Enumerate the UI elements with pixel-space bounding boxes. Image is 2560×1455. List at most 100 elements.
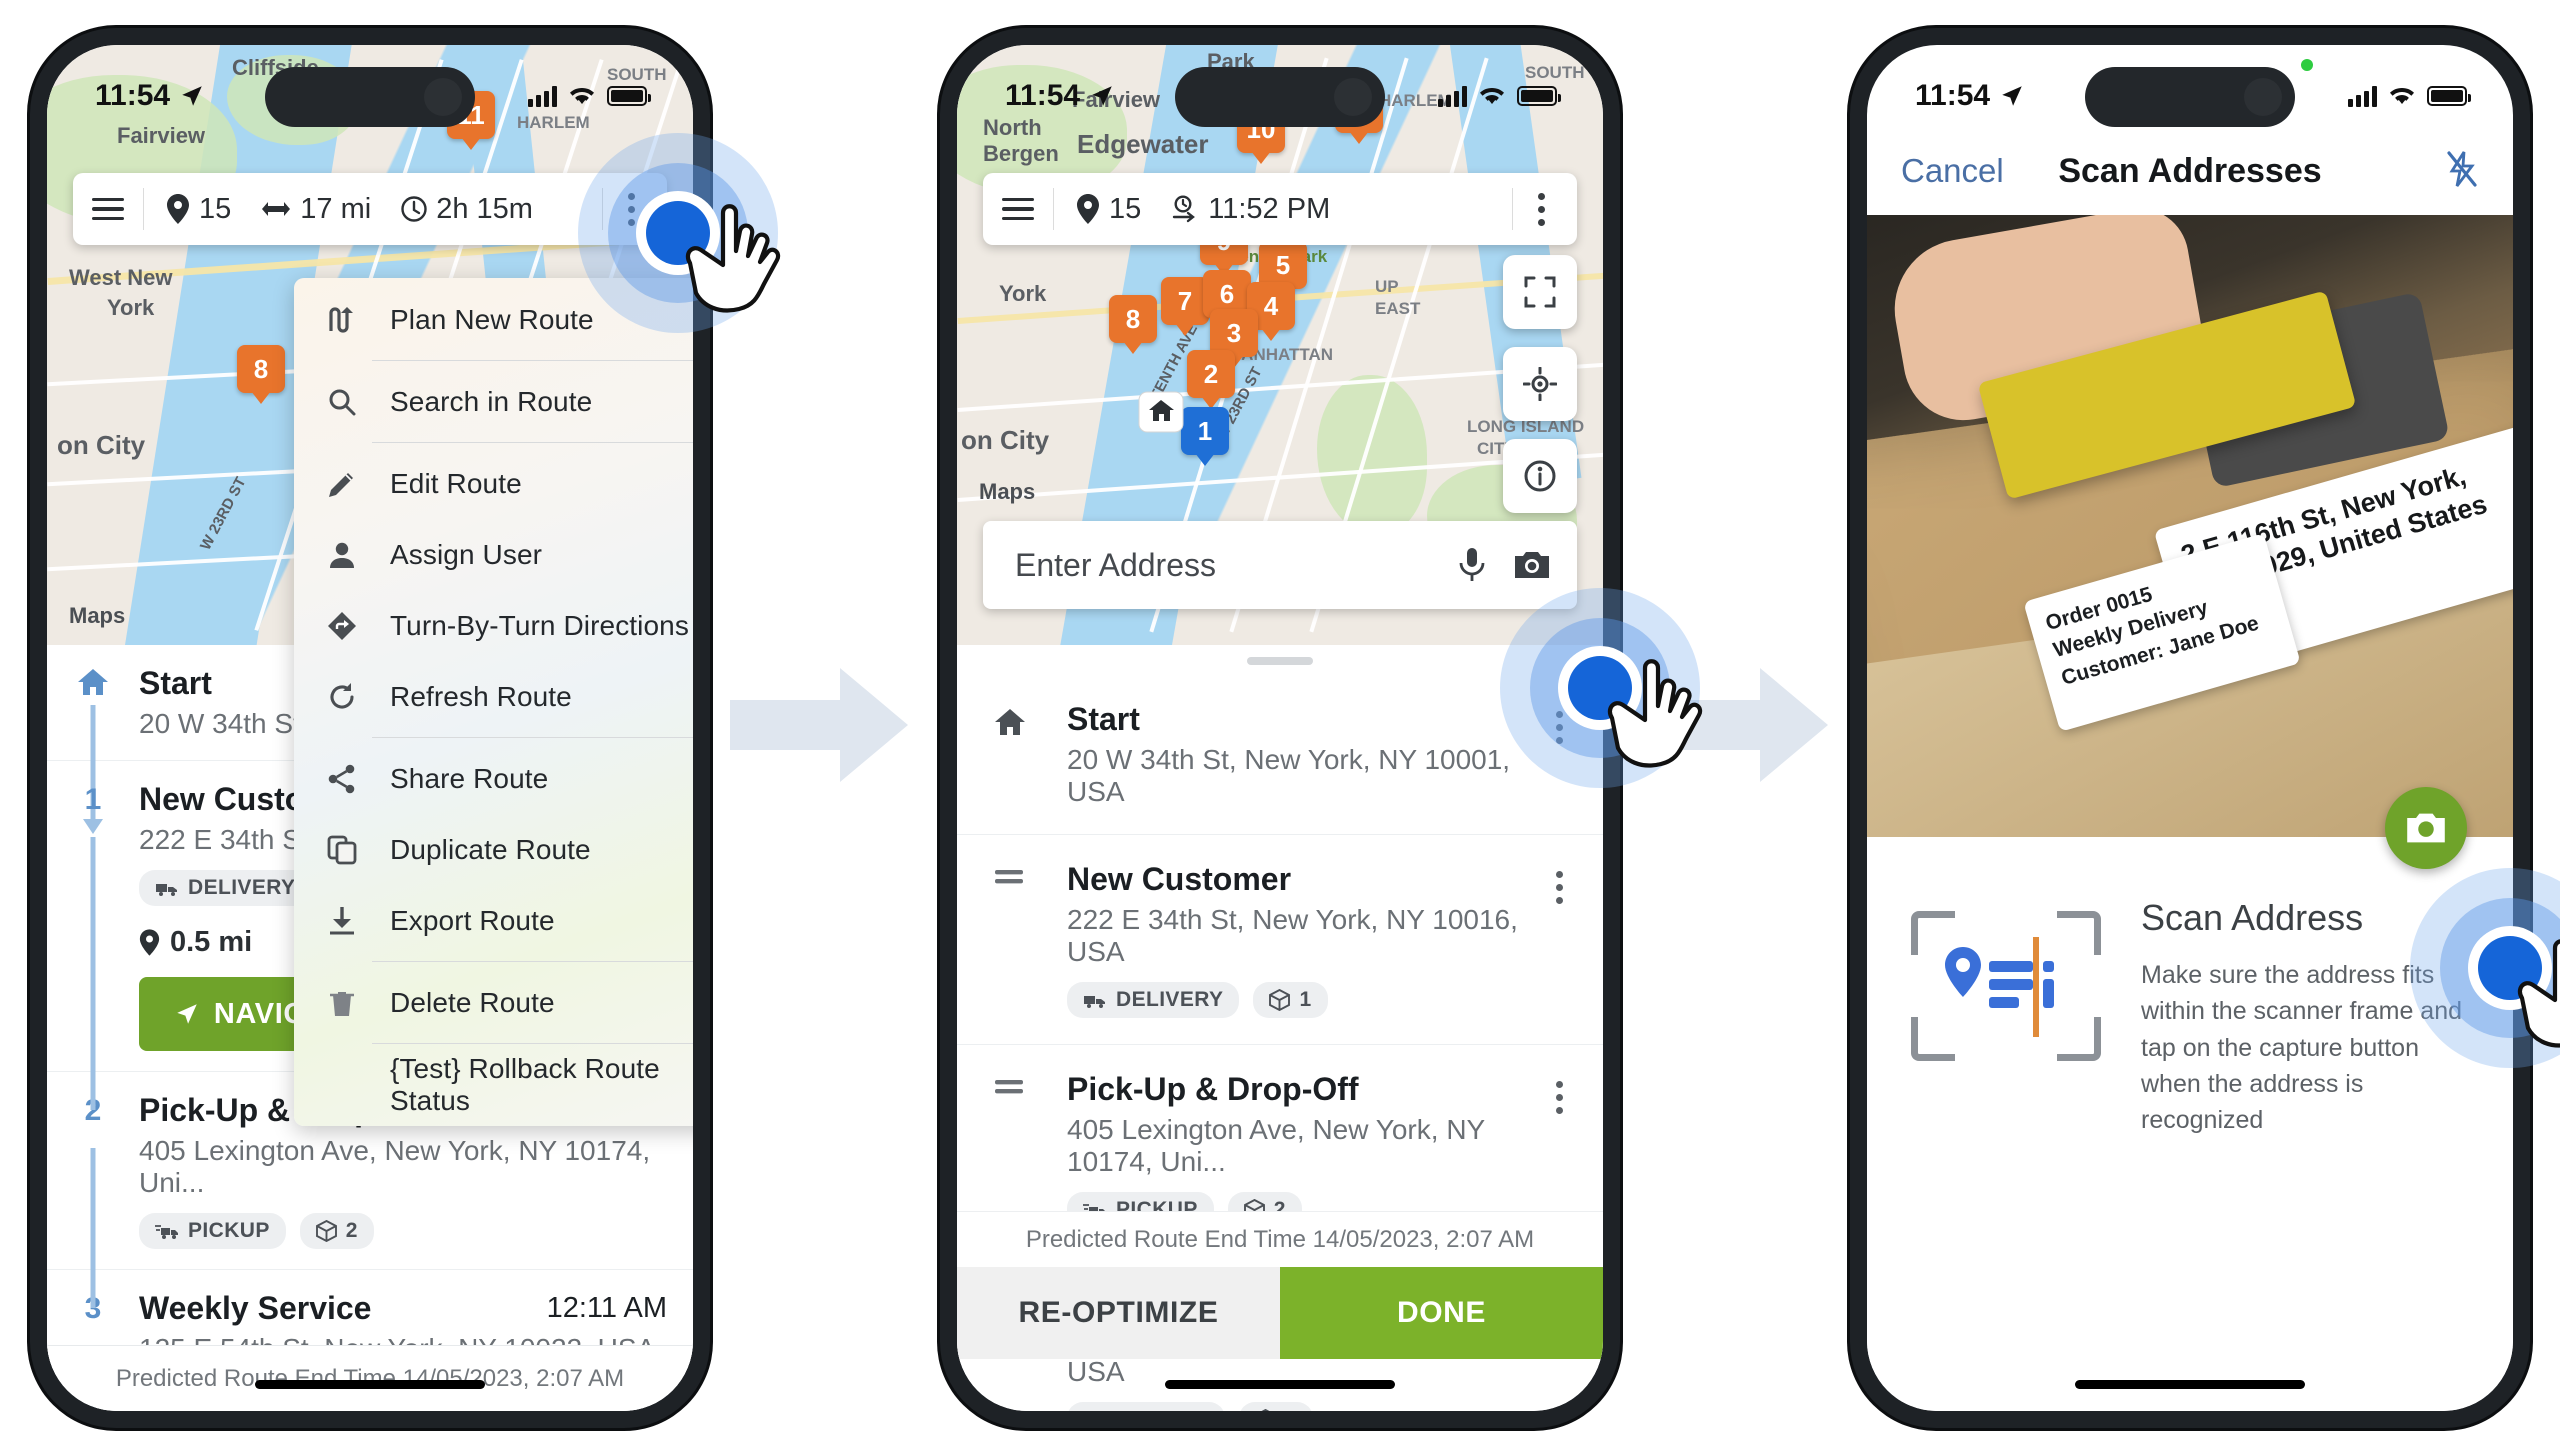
menu-item-turn-by-turn[interactable]: Turn-By-Turn Directions (294, 590, 693, 661)
address-search-bar[interactable]: Enter Address (983, 521, 1577, 609)
hand-cursor-icon (1607, 659, 1703, 768)
kebab-icon[interactable] (1539, 1071, 1579, 1114)
stop-address: 405 Lexington Ave, New York, NY 10174, U… (1067, 1114, 1485, 1177)
home-indicator (1165, 1380, 1395, 1389)
tap-cursor-1 (578, 133, 781, 333)
box-icon (1269, 989, 1291, 1011)
menu-item-label: Duplicate Route (390, 833, 591, 865)
sheet-grabber[interactable] (1247, 657, 1313, 665)
pin-icon (139, 929, 160, 956)
home-marker-icon (1138, 391, 1184, 433)
menu-item-rollback-route-status[interactable]: {Test} Rollback Route Status (294, 1049, 693, 1120)
menu-item-label: Assign User (390, 538, 543, 570)
kebab-icon[interactable] (1513, 192, 1569, 226)
status-badge: DELIVERY (139, 870, 312, 906)
status-badge: DELIVERY (1067, 982, 1240, 1018)
directions-icon (322, 611, 362, 641)
divider (372, 961, 693, 962)
cellular-icon (2348, 85, 2377, 107)
location-arrow-icon (2002, 86, 2022, 106)
re-optimize-button[interactable]: RE-OPTIMIZE (957, 1267, 1280, 1359)
package-badge: 3 (1238, 1402, 1313, 1411)
drag-icon[interactable] (993, 861, 1067, 892)
cellular-icon (1438, 85, 1467, 107)
pin-icon (1077, 194, 1099, 224)
download-icon (322, 906, 362, 936)
info-icon[interactable] (1503, 439, 1577, 513)
search-input[interactable]: Enter Address (1015, 547, 1431, 584)
predicted-end-time-2: Predicted Route End Time 14/05/2023, 2:0… (957, 1211, 1603, 1267)
route-options-menu: Plan New Route Search in Route Edit Rout… (294, 278, 693, 1126)
kebab-icon[interactable] (1539, 861, 1579, 904)
location-arrow-icon (182, 86, 202, 106)
capture-button[interactable] (2385, 787, 2467, 869)
badge-label: SERVICE (1114, 1408, 1209, 1411)
done-button[interactable]: DONE (1280, 1267, 1603, 1359)
expand-icon[interactable] (1503, 255, 1577, 329)
dynamic-island (2085, 67, 2295, 127)
route-toolbar-2: 15 11:52 PM (983, 173, 1577, 245)
menu-item-edit-route[interactable]: Edit Route (294, 448, 693, 519)
badge-label: DELIVERY (1116, 988, 1224, 1011)
stop-title: Start (1067, 701, 1140, 737)
menu-item-assign-user[interactable]: Assign User (294, 519, 693, 590)
battery-icon (2427, 86, 2471, 106)
menu-item-share-route[interactable]: Share Route (294, 743, 693, 814)
stop-title: Pick-Up & Drop-Off (1067, 1071, 1359, 1107)
stop-address: 222 E 34th St, New York, NY 10016, USA (1067, 904, 1518, 967)
cellular-icon (528, 85, 557, 107)
menu-item-refresh-route[interactable]: Refresh Route (294, 661, 693, 732)
flash-off-icon[interactable] (2445, 150, 2479, 193)
divider (372, 737, 693, 738)
map-pin[interactable]: 8 (1109, 295, 1157, 343)
status-badge: SERVICE (1067, 1402, 1225, 1411)
stop-address: 20 W 34th St, New York, NY 10001, USA (1067, 744, 1511, 807)
camera-icon[interactable] (1513, 549, 1551, 581)
menu-item-search-in-route[interactable]: Search in Route (294, 366, 693, 437)
hand-cursor-icon (2517, 939, 2560, 1048)
menu-item-export-route[interactable]: Export Route (294, 885, 693, 956)
phone-edit-route: Park Fairview North Bergen Edgewater Yor… (940, 28, 1703, 1428)
scan-navbar: Cancel Scan Addresses (1867, 127, 2513, 215)
menu-item-label: Export Route (390, 904, 555, 936)
trash-icon (322, 988, 362, 1018)
flow-arrow-1 (730, 668, 908, 782)
map-label: UP (1375, 277, 1399, 296)
menu-item-label: Share Route (390, 762, 549, 794)
map-pin[interactable]: 8 (237, 345, 285, 393)
home-indicator (2075, 1380, 2305, 1389)
menu-item-label: Search in Route (390, 385, 593, 417)
locate-icon[interactable] (1503, 347, 1577, 421)
phone-route-menu: Cliffside Fairview West New York on City… (30, 28, 781, 1428)
route-icon (322, 305, 362, 335)
pencil-icon (322, 469, 362, 499)
hamburger-icon[interactable] (73, 197, 143, 221)
screenshot-canvas: Cliffside Fairview West New York on City… (0, 0, 2560, 1455)
clock-icon (401, 196, 427, 222)
menu-item-duplicate-route[interactable]: Duplicate Route (294, 814, 693, 885)
battery-icon (1517, 86, 1561, 106)
tap-cursor-3 (2410, 868, 2560, 1068)
list-item[interactable]: New Customer 222 E 34th St, New York, NY… (957, 835, 1603, 1045)
hamburger-icon[interactable] (983, 197, 1053, 221)
status-time: 11:54 (95, 79, 171, 112)
rail (47, 665, 139, 834)
badge-label: PICKUP (188, 1219, 270, 1242)
badge-label: 1 (1299, 988, 1312, 1011)
truck-icon (156, 884, 177, 896)
microphone-icon[interactable] (1457, 547, 1487, 583)
home-icon (993, 701, 1067, 742)
camera-preview[interactable]: 2 E 116th St, New York, NY 10029, United… (1867, 215, 2513, 837)
map-label: on City (961, 425, 1050, 455)
battery-icon (607, 86, 651, 106)
home-icon (78, 669, 108, 695)
page-title: Scan Addresses (2058, 151, 2322, 190)
menu-item-delete-route[interactable]: Delete Route (294, 967, 693, 1038)
rail: 2 (47, 1066, 139, 1273)
divider (372, 360, 693, 361)
menu-item-label: Refresh Route (390, 680, 572, 712)
drag-icon[interactable] (993, 1071, 1067, 1102)
map-pin[interactable]: 7 (1161, 277, 1209, 325)
menu-item-label: Delete Route (390, 986, 555, 1018)
menu-item-label: Edit Route (390, 467, 522, 499)
